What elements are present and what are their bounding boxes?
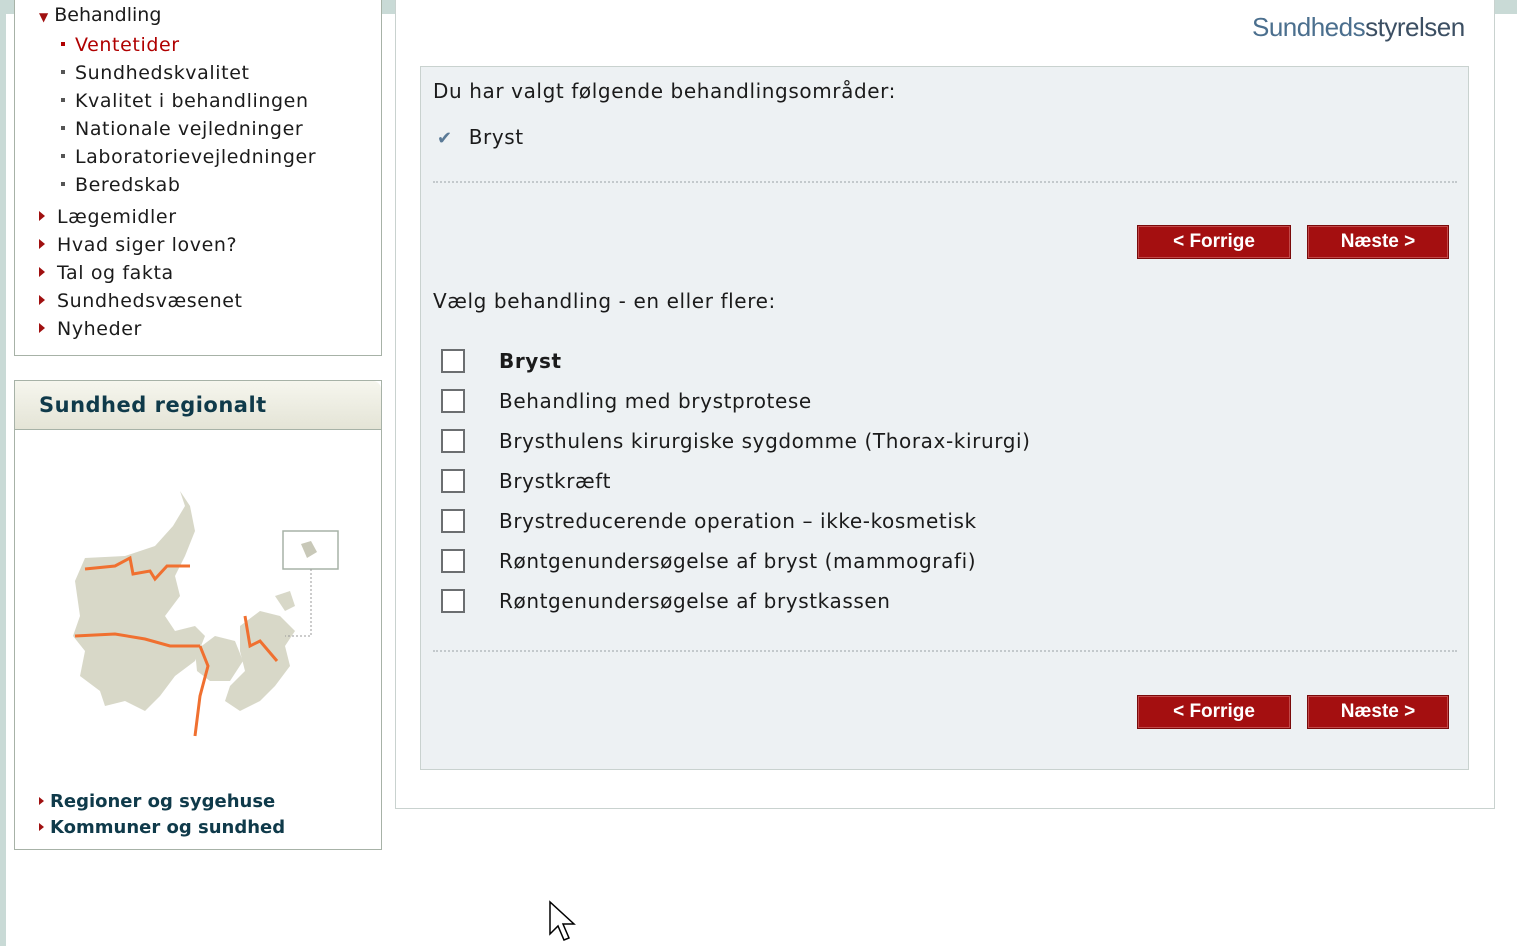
- bullet-icon: [61, 41, 65, 46]
- option-label: Brysthulens kirurgiske sygdomme (Thorax-…: [499, 429, 1031, 453]
- arrow-right-icon: [39, 323, 45, 333]
- denmark-map[interactable]: [45, 486, 345, 746]
- checkmark-icon: ✔: [437, 128, 453, 149]
- arrow-right-icon: [39, 796, 44, 805]
- kommuner-link[interactable]: Kommuner og sundhed: [39, 817, 285, 838]
- bullet-icon: [61, 125, 65, 130]
- side-navigation: ▼ Behandling Ventetider Sundhedskvalitet …: [14, 0, 382, 356]
- nav-item-sundhedsvaesenet[interactable]: Sundhedsvæsenet: [39, 290, 243, 312]
- bullet-icon: [61, 153, 65, 158]
- nav-subitem-beredskab[interactable]: Beredskab: [59, 174, 181, 196]
- nav-subitem-kvalitet[interactable]: Kvalitet i behandlingen: [59, 90, 309, 112]
- nav-item-laegemidler[interactable]: Lægemidler: [39, 206, 177, 228]
- expanded-arrow-icon: ▼: [39, 10, 49, 24]
- checkbox[interactable]: [441, 509, 465, 533]
- bullet-icon: [61, 97, 65, 102]
- sundhedsstyrelsen-logo[interactable]: Sundhedsstyrelsen: [1252, 12, 1465, 43]
- divider: [433, 181, 1457, 183]
- option-label: Brystreducerende operation – ikke-kosmet…: [499, 509, 977, 533]
- regional-title: Sundhed regionalt: [39, 393, 267, 417]
- nav-item-tal-og-fakta[interactable]: Tal og fakta: [39, 262, 174, 284]
- option-label: Røntgenundersøgelse af brystkassen: [499, 589, 891, 613]
- checkbox[interactable]: [441, 469, 465, 493]
- regional-header: Sundhed regionalt: [15, 381, 381, 430]
- left-strip: [0, 0, 6, 946]
- checkbox[interactable]: [441, 429, 465, 453]
- option-label: Røntgenundersøgelse af bryst (mammografi…: [499, 549, 977, 573]
- arrow-right-icon: [39, 295, 45, 305]
- arrow-right-icon: [39, 211, 45, 221]
- prev-button-top[interactable]: < Forrige: [1137, 225, 1291, 259]
- nav-item-behandling[interactable]: ▼ Behandling: [39, 4, 161, 26]
- nav-subitem-sundhedskvalitet[interactable]: Sundhedskvalitet: [59, 62, 250, 84]
- checkbox[interactable]: [441, 589, 465, 613]
- nav-subitem-ventetider[interactable]: Ventetider: [59, 34, 180, 56]
- selection-form: Du har valgt følgende behandlingsområder…: [420, 66, 1469, 770]
- regioner-link[interactable]: Regioner og sygehuse: [39, 791, 275, 812]
- nav-item-loven[interactable]: Hvad siger loven?: [39, 234, 237, 256]
- bullet-icon: [61, 69, 65, 74]
- nav-subitem-nationale[interactable]: Nationale vejledninger: [59, 118, 303, 140]
- arrow-right-icon: [39, 239, 45, 249]
- arrow-right-icon: [39, 267, 45, 277]
- next-button-bottom[interactable]: Næste >: [1307, 695, 1449, 729]
- option-label: Bryst: [499, 349, 562, 373]
- select-treatment-label: Vælg behandling - en eller flere:: [433, 289, 776, 313]
- option-label: Brystkræft: [499, 469, 612, 493]
- checkbox[interactable]: [441, 549, 465, 573]
- nav-subitem-laboratorie[interactable]: Laboratorievejledninger: [59, 146, 316, 168]
- bullet-icon: [61, 181, 65, 186]
- checkbox[interactable]: [441, 349, 465, 373]
- regional-box: Sundhed regionalt Regioner og sygehuse K…: [14, 380, 382, 850]
- prev-button-bottom[interactable]: < Forrige: [1137, 695, 1291, 729]
- next-button-top[interactable]: Næste >: [1307, 225, 1449, 259]
- option-label: Behandling med brystprotese: [499, 389, 812, 413]
- chosen-areas-label: Du har valgt følgende behandlingsområder…: [433, 79, 896, 103]
- checkbox[interactable]: [441, 389, 465, 413]
- nav-item-nyheder[interactable]: Nyheder: [39, 318, 142, 340]
- arrow-right-icon: [39, 822, 44, 831]
- chosen-area-item: ✔ Bryst: [437, 125, 524, 149]
- mouse-cursor-icon: [549, 900, 576, 941]
- divider: [433, 650, 1457, 652]
